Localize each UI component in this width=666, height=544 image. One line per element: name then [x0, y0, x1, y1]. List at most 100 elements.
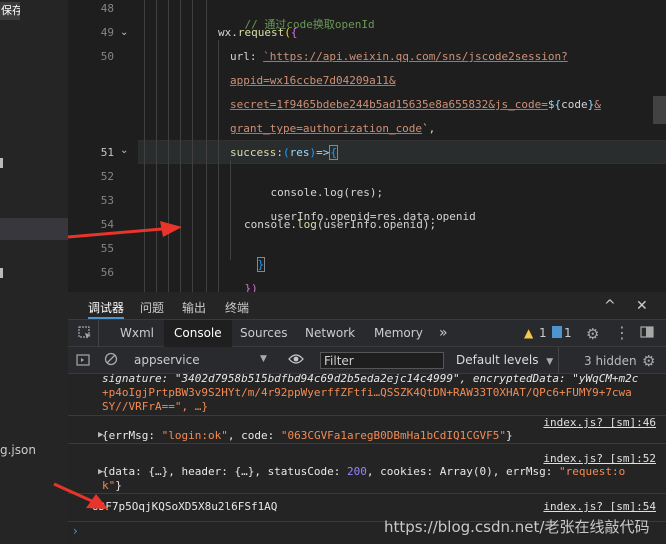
- console-text: signature: "3402d7958b515bdfbd94c69d2b5e…: [102, 374, 639, 385]
- indent-guide: [218, 40, 219, 292]
- save-tag[interactable]: 保存: [0, 2, 20, 20]
- code-line-50-wrap: appid=wx16ccbe7d04209a11&: [230, 73, 396, 89]
- more-tabs-icon[interactable]: »: [439, 325, 448, 341]
- console-message[interactable]: index.js? [sm]:52 ▶ {data: {…}, header: …: [68, 452, 666, 494]
- console-settings-icon[interactable]: ⚙: [642, 352, 655, 370]
- context-select[interactable]: appservice ▼: [134, 353, 274, 369]
- warning-icon[interactable]: ▲: [524, 326, 533, 340]
- tab-problems[interactable]: 问题: [140, 299, 164, 316]
- line-number: 51: [100, 146, 114, 159]
- sidebar-strip: 保存 g.json: [0, 0, 68, 544]
- code-token: :: [276, 146, 283, 159]
- code-token: }: [256, 257, 266, 272]
- indent-guide: [168, 0, 169, 292]
- indent-guide: [156, 0, 157, 292]
- code-string: grant_type=authorization_code: [230, 122, 423, 135]
- code-token: wx.: [218, 26, 238, 39]
- code-token: res: [289, 146, 310, 159]
- sidebar-toggle-icon[interactable]: [76, 353, 90, 371]
- code-token: url:: [230, 50, 264, 63]
- code-token: console.: [244, 218, 297, 231]
- indent-guide: [192, 0, 193, 292]
- indent-guide: [180, 0, 181, 292]
- tab-console[interactable]: Console: [164, 320, 232, 347]
- console-text: {errMsg: "login:ok", code: "063CGVFa1are…: [102, 429, 513, 443]
- panel-tab-bar: 调试器 问题 输出 终端 ^ ✕: [68, 292, 666, 320]
- console-text: , code:: [227, 429, 281, 442]
- tab-output[interactable]: 输出: [182, 299, 206, 316]
- tab-terminal[interactable]: 终端: [225, 299, 249, 316]
- close-panel-icon[interactable]: ✕: [636, 298, 648, 314]
- tab-debugger[interactable]: 调试器: [88, 299, 125, 319]
- line-number: 50: [100, 50, 114, 63]
- line-number: 52: [100, 170, 114, 183]
- code-string: secret=1f9465bdebe244b5ad15635e8a655832&…: [230, 98, 548, 111]
- sidebar-file-label[interactable]: g.json: [0, 443, 36, 457]
- toolbar-divider: [98, 320, 99, 347]
- code-token: =>: [316, 146, 330, 159]
- line-number: 53: [100, 194, 114, 207]
- hidden-count: 3 hidden: [584, 354, 637, 368]
- filter-input[interactable]: [320, 352, 444, 369]
- code-token: request: [237, 26, 285, 39]
- tab-network[interactable]: Network: [295, 320, 365, 347]
- sidebar-selected-item[interactable]: [0, 218, 68, 240]
- console-message[interactable]: index.js? [sm]:46 ▶ {errMsg: "login:ok",…: [68, 416, 666, 444]
- line-number: 56: [100, 266, 114, 279]
- clear-console-icon[interactable]: [104, 352, 118, 370]
- code-token: code: [561, 98, 588, 111]
- code-line-56: }): [218, 265, 258, 292]
- code-token: success: [230, 146, 277, 159]
- console-text: "login:ok": [161, 429, 228, 442]
- console-prompt-icon[interactable]: ›: [73, 524, 78, 538]
- log-levels-select[interactable]: Default levels ▼: [456, 353, 553, 367]
- code-token: {: [290, 26, 298, 39]
- console-text: "request:o: [558, 465, 626, 478]
- tab-sources[interactable]: Sources: [230, 320, 297, 347]
- console-text: }: [506, 429, 513, 442]
- source-link[interactable]: index.js? [sm]:46: [543, 416, 656, 429]
- fold-chevron-icon[interactable]: ⌄: [120, 146, 130, 156]
- code-editor[interactable]: 48 49 50 51 52 53 54 55 56 ⌄ ⌄ // 通过code…: [68, 0, 666, 292]
- console-text: +p4oIgjPrtpBW3v9S2HYt/m/4r92ppWyerffZFtf…: [102, 386, 632, 399]
- source-link[interactable]: index.js? [sm]:52: [543, 452, 656, 465]
- info-icon[interactable]: [552, 326, 562, 338]
- source-link[interactable]: index.js? [sm]:54: [543, 500, 656, 513]
- console-text: "063CGVFa1aregB0DBmHa1bCdIQ1CGVF5": [280, 429, 506, 442]
- indent-guide: [206, 0, 207, 292]
- maximize-panel-icon[interactable]: ^: [604, 298, 616, 314]
- code-string: appid=wx16ccbe7d04209a11&: [230, 74, 396, 87]
- code-token: }): [244, 282, 258, 292]
- fold-chevron-icon[interactable]: ⌄: [120, 28, 130, 38]
- line-number: 49: [100, 26, 114, 39]
- devtools-tab-bar: Wxml Console Sources Network Memory » ▲ …: [68, 320, 666, 347]
- code-token: (userInfo.openid);: [316, 218, 437, 231]
- more-options-icon[interactable]: ⋮: [614, 323, 630, 342]
- line-number: 55: [100, 242, 114, 255]
- toolbar-divider: [558, 347, 559, 374]
- console-text: SY//VRFrA==", …}: [102, 400, 208, 414]
- indent-guide: [144, 0, 145, 292]
- annotation-arrow: [53, 482, 108, 509]
- dropdown-arrow-icon: ▼: [546, 357, 554, 367]
- console-message[interactable]: signature: "3402d7958b515bdfbd94c69d2b5e…: [68, 374, 666, 416]
- code-line-50-wrap: grant_type=authorization_code`,: [230, 121, 435, 137]
- inspect-element-icon[interactable]: [78, 326, 92, 344]
- eye-icon[interactable]: [288, 353, 304, 369]
- tab-memory[interactable]: Memory: [364, 320, 433, 347]
- code-line-50-wrap: secret=1f9465bdebe244b5ad15635e8a655832&…: [230, 97, 601, 113]
- settings-gear-icon[interactable]: ⚙: [586, 325, 599, 343]
- devtools-panel: 调试器 问题 输出 终端 ^ ✕ Wxml Console Sources Ne…: [68, 292, 666, 544]
- warning-count: 1: [539, 326, 547, 340]
- editor-scrollbar-thumb[interactable]: [653, 96, 666, 124]
- console-text: }: [115, 479, 122, 492]
- code-line-54: console.log(userInfo.openid);: [244, 217, 436, 233]
- dock-icon[interactable]: [640, 325, 654, 343]
- code-token: (: [282, 146, 290, 159]
- line-number: 48: [100, 2, 114, 15]
- sidebar-marker: [0, 158, 3, 168]
- code-token: (: [284, 26, 291, 39]
- log-levels-label: Default levels: [456, 353, 539, 367]
- console-text: , cookies: Array(0), errMsg:: [366, 465, 559, 478]
- tab-wxml[interactable]: Wxml: [110, 320, 164, 347]
